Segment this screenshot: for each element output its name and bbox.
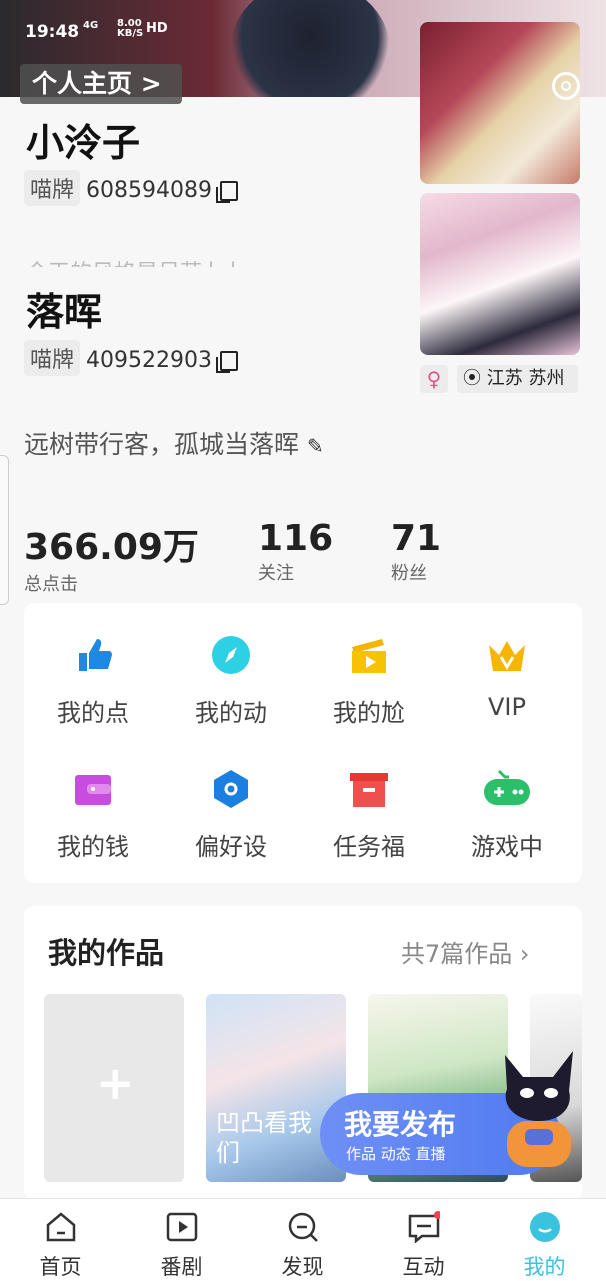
nav-label: 互动 bbox=[402, 1255, 445, 1279]
stat-label: 关注 bbox=[258, 563, 294, 584]
bio-text: 远树带行客，孤城当落晖 ✎ bbox=[24, 430, 324, 459]
status-time: 19:48 bbox=[25, 22, 80, 42]
nav-label: 我的 bbox=[523, 1255, 566, 1279]
secondary-account-id-row: 喵牌 409522903 bbox=[24, 340, 238, 376]
menu-item-embarrass[interactable]: 我的尬 bbox=[300, 635, 438, 728]
profile-icon bbox=[529, 1212, 560, 1242]
crown-icon bbox=[489, 641, 525, 671]
side-handle[interactable] bbox=[0, 455, 9, 605]
stat-label: 总点击 bbox=[24, 574, 78, 595]
publish-title: 我要发布 bbox=[344, 1108, 457, 1141]
compass-icon bbox=[212, 636, 250, 674]
stat-value: 116 bbox=[258, 518, 334, 559]
stat-total-clicks[interactable]: 366.09万 总点击 bbox=[24, 518, 199, 596]
work-caption: 凹凸看我们 bbox=[216, 1109, 312, 1167]
wallet-icon bbox=[75, 775, 111, 805]
search-icon bbox=[288, 1212, 318, 1242]
menu-label: 我的动 bbox=[195, 699, 267, 727]
primary-account-id: 608594089 bbox=[86, 178, 212, 203]
hexagon-settings-icon bbox=[214, 770, 248, 808]
nav-interaction[interactable]: 互动 bbox=[363, 1199, 484, 1281]
stat-followers[interactable]: 71 粉丝 bbox=[391, 518, 441, 585]
hd-badge: HD bbox=[146, 21, 168, 36]
menu-item-task-rewards[interactable]: 任务福 bbox=[300, 769, 438, 862]
primary-avatar[interactable] bbox=[420, 22, 580, 184]
play-icon bbox=[166, 1212, 197, 1242]
id-tag: 喵牌 bbox=[24, 170, 81, 206]
message-icon bbox=[408, 1211, 442, 1244]
secondary-avatar[interactable] bbox=[420, 193, 580, 355]
location-pin-icon: ⦿ bbox=[463, 368, 487, 389]
gamepad-icon bbox=[484, 769, 530, 805]
nav-discover[interactable]: 发现 bbox=[242, 1199, 363, 1281]
menu-item-vip[interactable]: VIP bbox=[438, 635, 576, 721]
faded-signature: 今天的风格是呆萌卜卜 bbox=[26, 255, 306, 267]
network-indicator: 4G bbox=[83, 20, 99, 31]
works-title: 我的作品 bbox=[48, 936, 165, 970]
thumbs-up-icon bbox=[79, 639, 112, 671]
menu-item-game-center[interactable]: 游戏中 bbox=[438, 769, 576, 862]
id-tag: 喵牌 bbox=[24, 340, 81, 376]
menu-item-likes[interactable]: 我的点 bbox=[24, 635, 162, 728]
stat-value: 366.09万 bbox=[24, 527, 199, 568]
menu-item-dynamics[interactable]: 我的动 bbox=[162, 635, 300, 728]
stat-value: 71 bbox=[391, 518, 442, 559]
menu-label: 我的点 bbox=[57, 699, 129, 727]
nav-mine[interactable]: 我的 bbox=[484, 1199, 605, 1281]
stat-label: 粉丝 bbox=[391, 563, 427, 584]
edit-pencil-icon[interactable]: ✎ bbox=[307, 434, 324, 458]
menu-label: 我的钱 bbox=[57, 833, 129, 861]
profile-page-link[interactable]: 个人主页 > bbox=[20, 64, 182, 104]
primary-account-id-row: 喵牌 608594089 bbox=[24, 170, 238, 206]
nav-anime[interactable]: 番剧 bbox=[121, 1199, 242, 1281]
gender-female-icon: ♀ bbox=[420, 365, 448, 393]
nav-home[interactable]: 首页 bbox=[0, 1199, 121, 1281]
stat-following[interactable]: 116 关注 bbox=[258, 518, 333, 585]
bottom-navigation: 首页 番剧 发现 互动 我的 bbox=[0, 1198, 606, 1281]
primary-account-name: 小泠子 bbox=[26, 121, 141, 165]
plus-icon: + bbox=[96, 1056, 135, 1110]
secondary-account-name: 落晖 bbox=[26, 290, 103, 334]
settings-gear-icon[interactable] bbox=[552, 72, 580, 100]
menu-label: 偏好设 bbox=[195, 833, 267, 861]
nav-label: 番剧 bbox=[160, 1255, 203, 1279]
gift-box-icon bbox=[350, 773, 388, 807]
menu-label: VIP bbox=[488, 693, 526, 721]
works-count-link[interactable]: 共7篇作品 › bbox=[401, 934, 530, 969]
secondary-account-id: 409522903 bbox=[86, 348, 212, 373]
clapperboard-icon bbox=[352, 639, 386, 673]
menu-label: 游戏中 bbox=[471, 833, 543, 861]
chevron-right-icon: › bbox=[519, 940, 530, 968]
location-text: 江苏 苏州 bbox=[486, 368, 565, 389]
home-icon bbox=[46, 1212, 75, 1242]
menu-label: 我的尬 bbox=[333, 699, 405, 727]
nav-label: 发现 bbox=[281, 1255, 324, 1279]
add-work-button[interactable]: + bbox=[44, 994, 184, 1182]
copy-icon[interactable] bbox=[216, 181, 238, 203]
copy-icon[interactable] bbox=[216, 351, 238, 373]
location-chip: ⦿ 江苏 苏州 bbox=[457, 365, 578, 393]
menu-item-preferences[interactable]: 偏好设 bbox=[162, 769, 300, 862]
publish-options: 作品 动态 直播 bbox=[346, 1145, 446, 1163]
network-speed: 8.00 KB/S bbox=[117, 18, 144, 39]
nav-label: 首页 bbox=[39, 1255, 82, 1279]
menu-grid-card: 我的点 我的动 我的尬 VIP 我的钱 偏好设 任务福 游戏中 bbox=[24, 603, 582, 883]
menu-item-wallet[interactable]: 我的钱 bbox=[24, 769, 162, 862]
black-cat-mascot-icon bbox=[505, 1051, 573, 1167]
menu-label: 任务福 bbox=[333, 833, 405, 861]
